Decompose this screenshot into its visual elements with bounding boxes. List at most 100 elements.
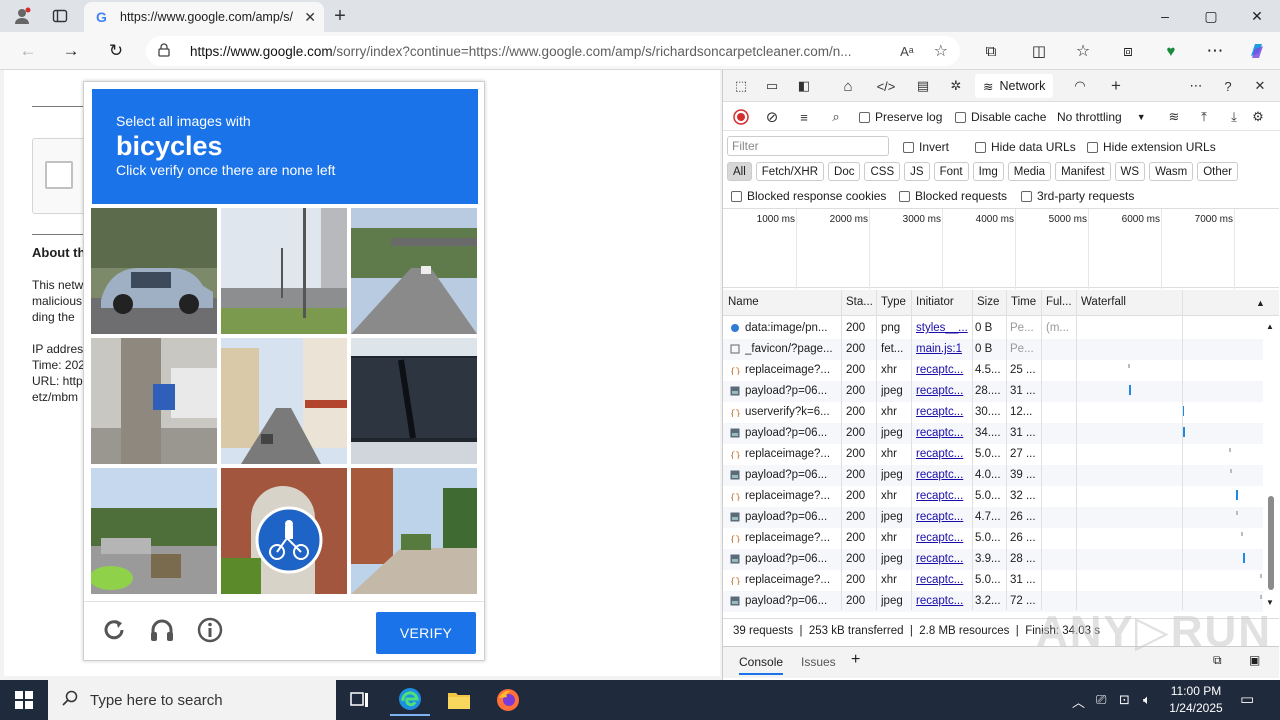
type-filter-other[interactable]: Other <box>1197 162 1238 181</box>
start-button[interactable] <box>0 680 48 720</box>
favorites-icon[interactable]: ☆ <box>1072 40 1094 62</box>
copilot-icon[interactable] <box>1246 40 1268 62</box>
invert-checkbox[interactable]: Invert <box>903 140 949 154</box>
table-cell-initiator[interactable]: recaptc... <box>916 532 970 544</box>
search-icon[interactable]: ⌕ <box>825 106 847 128</box>
export-har-icon[interactable]: ⤓ <box>1223 106 1245 128</box>
image-tile-1[interactable] <box>91 208 217 334</box>
verify-button[interactable]: VERIFY <box>376 612 476 654</box>
clear-icon[interactable]: ⊘ <box>761 106 783 128</box>
sources-bug-icon[interactable]: ✲ <box>945 75 967 97</box>
recaptcha-checkbox[interactable] <box>45 161 73 189</box>
add-drawer-tab-icon[interactable]: + <box>851 651 860 669</box>
table-cell-initiator[interactable]: recaptc... <box>916 364 970 376</box>
table-cell-initiator[interactable]: recaptc... <box>916 553 970 565</box>
import-har-icon[interactable]: ⤒ <box>1193 106 1215 128</box>
column-header-fulfilled[interactable]: Ful... <box>1046 296 1072 308</box>
tab-close-icon[interactable]: ✕ <box>304 9 316 26</box>
type-filter-css[interactable]: CSS <box>864 162 901 181</box>
disable-cache-checkbox[interactable]: Disable cache <box>955 110 1046 124</box>
welcome-home-icon[interactable]: ⌂ <box>837 75 859 97</box>
browser-essentials-icon[interactable]: ♥ <box>1160 40 1182 62</box>
address-bar[interactable]: https://www.google.com/sorry/index?conti… <box>146 36 960 66</box>
performance-icon[interactable]: ◠ <box>1069 75 1091 97</box>
type-filter-doc[interactable]: Doc <box>828 162 861 181</box>
image-tile-8[interactable] <box>221 468 347 594</box>
column-header-type[interactable]: Type <box>881 296 906 308</box>
network-conditions-icon[interactable]: ≋ <box>1163 106 1185 128</box>
column-header-name[interactable]: Name <box>728 296 759 308</box>
table-cell-initiator[interactable]: main.js:1 <box>916 343 970 355</box>
elements-tab-icon[interactable]: </> <box>875 75 897 97</box>
image-tile-3[interactable] <box>351 208 477 334</box>
inspect-element-icon[interactable]: ⬚ <box>730 75 752 97</box>
audio-challenge-icon[interactable] <box>148 616 176 644</box>
split-screen-icon[interactable]: ◫ <box>1028 40 1050 62</box>
image-tile-9[interactable] <box>351 468 477 594</box>
table-cell-initiator[interactable]: recaptc... <box>916 490 970 502</box>
table-cell-initiator[interactable]: recaptc... <box>916 406 970 418</box>
close-window-button[interactable]: ✕ <box>1234 4 1280 28</box>
table-scrollbar[interactable]: ▲ ▼ <box>1266 320 1276 610</box>
table-cell-initiator[interactable]: recaptc... <box>916 595 970 607</box>
url-text[interactable]: https://www.google.com/sorry/index?conti… <box>190 44 890 59</box>
drawer-tab-console[interactable]: Console <box>739 655 784 675</box>
favorite-star-icon[interactable]: ☆ <box>934 41 948 61</box>
tray-overflow-icon[interactable]: ︿ <box>1072 692 1085 711</box>
scroll-up-icon[interactable]: ▲ <box>1266 322 1274 331</box>
table-cell-initiator[interactable]: recaptc... <box>916 427 970 439</box>
tab-actions-icon[interactable] <box>50 6 70 26</box>
more-tools-plus-icon[interactable]: + <box>1105 75 1127 97</box>
column-header-size[interactable]: Size <box>977 296 999 308</box>
table-cell-initiator[interactable]: recaptc... <box>916 469 970 481</box>
type-filter-media[interactable]: Media <box>1007 162 1052 181</box>
dock-side-icon[interactable]: ◧ <box>793 75 815 97</box>
taskbar-search[interactable]: Type here to search <box>48 680 336 720</box>
browser-tab-active[interactable]: G https://www.google.com/amp/s/ ✕ <box>84 2 324 32</box>
read-aloud-icon[interactable]: Aᵃ <box>900 44 914 59</box>
table-cell-initiator[interactable]: recaptc... <box>916 511 970 523</box>
throttling-select[interactable]: No throttling ▼ <box>1057 110 1146 124</box>
edge-taskbar-icon[interactable] <box>390 684 430 716</box>
type-filter-fetch-xhr[interactable]: Fetch/XHR <box>755 162 825 181</box>
type-filter-font[interactable]: Font <box>933 162 969 181</box>
network-overview-timeline[interactable]: 1000 ms 2000 ms 3000 ms 4000 ms 5000 ms … <box>723 208 1279 289</box>
file-explorer-icon[interactable] <box>439 684 479 716</box>
network-settings-gear-icon[interactable]: ⚙ <box>1247 106 1269 128</box>
help-info-icon[interactable] <box>196 616 224 644</box>
network-tray-icon[interactable]: ⊡ <box>1119 692 1130 708</box>
column-header-initiator[interactable]: Initiator <box>916 296 954 308</box>
column-header-status[interactable]: Sta... <box>846 296 873 308</box>
taskbar-clock[interactable]: 11:00 PM 1/24/2025 <box>1160 683 1232 717</box>
preserve-log-checkbox[interactable]: Preserve log <box>859 110 942 124</box>
type-filter-ws[interactable]: WS <box>1114 162 1146 181</box>
tab-network[interactable]: ≋ Network <box>975 74 1054 98</box>
firefox-icon[interactable] <box>488 684 528 716</box>
type-filter-all[interactable]: All <box>727 162 752 181</box>
refresh-icon[interactable]: ↻ <box>105 40 127 62</box>
hide-data-urls-checkbox[interactable]: Hide data URLs <box>975 140 1076 154</box>
table-cell-initiator[interactable]: recaptc... <box>916 385 970 397</box>
type-filter-img[interactable]: Img <box>972 162 1004 181</box>
hide-extension-urls-checkbox[interactable]: Hide extension URLs <box>1087 140 1216 154</box>
type-filter-js[interactable]: JS <box>904 162 930 181</box>
reload-challenge-icon[interactable] <box>100 616 128 644</box>
task-view-icon[interactable] <box>340 684 380 716</box>
collections-icon[interactable]: ⧈ <box>1117 40 1139 62</box>
image-tile-5[interactable] <box>221 338 347 464</box>
table-cell-initiator[interactable]: styles__... <box>916 322 970 334</box>
image-tile-6[interactable] <box>351 338 477 464</box>
record-icon[interactable] <box>730 106 752 128</box>
devtools-menu-icon[interactable]: ⋯ <box>1185 75 1207 97</box>
forward-icon[interactable]: → <box>60 40 82 62</box>
third-party-requests-checkbox[interactable]: 3rd-party requests <box>1021 189 1134 203</box>
filter-funnel-icon[interactable]: ≡ <box>793 106 815 128</box>
image-tile-4[interactable] <box>91 338 217 464</box>
close-devtools-icon[interactable]: ✕ <box>1249 75 1271 97</box>
settings-more-icon[interactable]: ⋯ <box>1204 40 1226 62</box>
sort-up-icon[interactable]: ▲ <box>1256 298 1265 308</box>
blocked-requests-checkbox[interactable]: Blocked requests <box>899 189 1007 203</box>
type-filter-manifest[interactable]: Manifest <box>1055 162 1111 181</box>
profile-icon[interactable] <box>12 6 32 26</box>
meet-now-icon[interactable]: ⎚ <box>1096 692 1106 708</box>
